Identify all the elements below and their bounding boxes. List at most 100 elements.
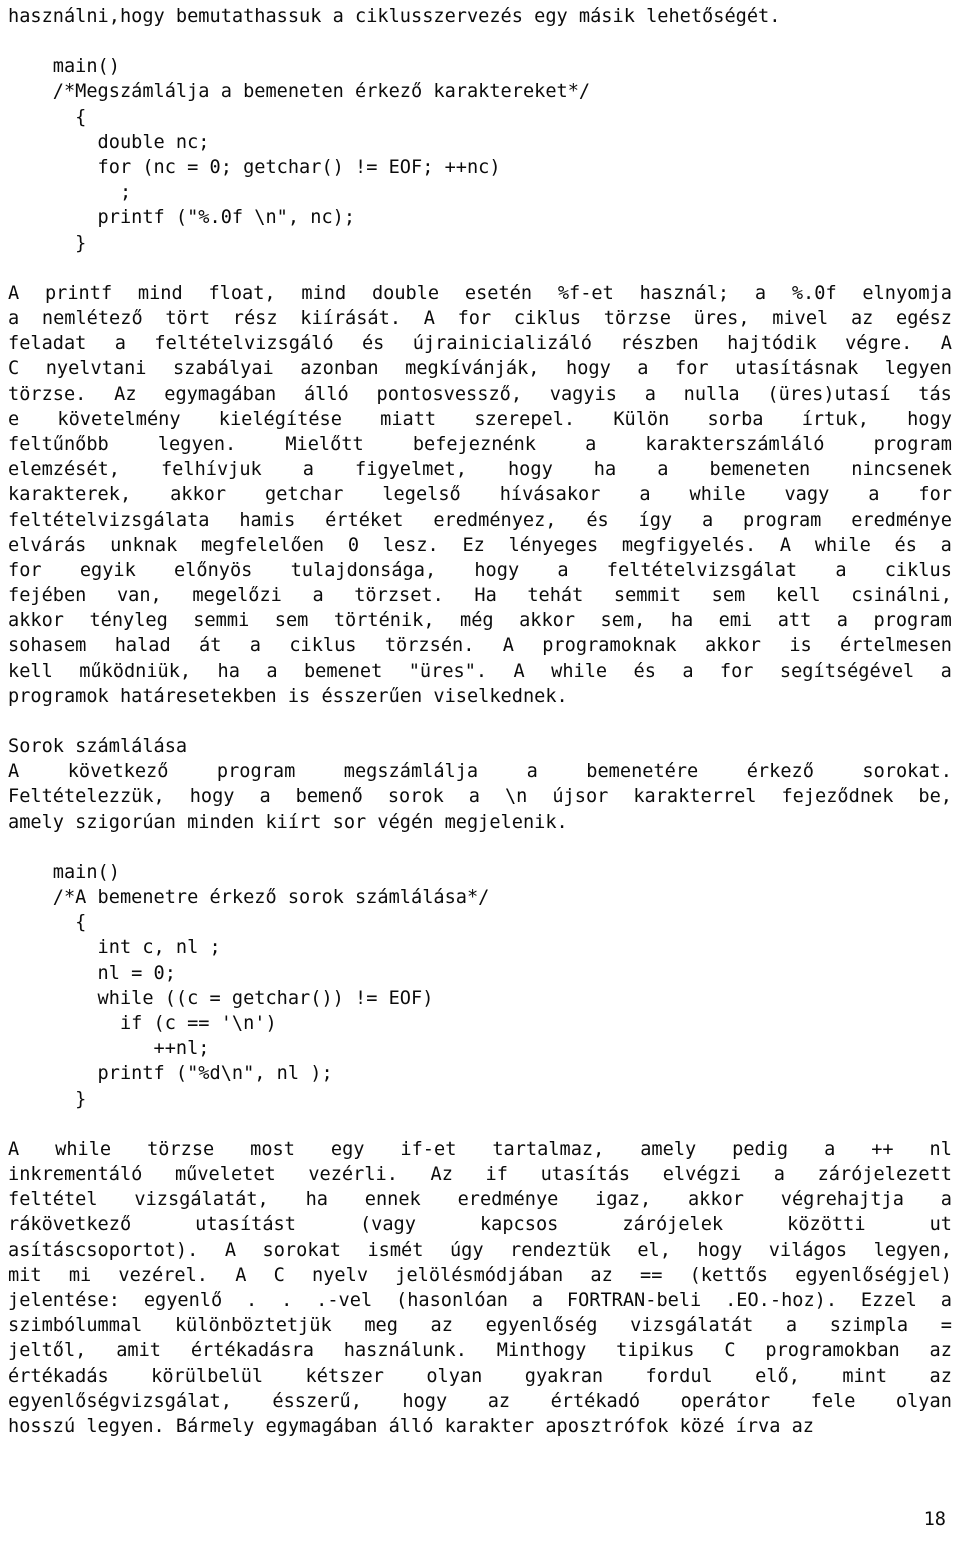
word: karakterek, [8, 484, 132, 506]
word: for [457, 308, 492, 330]
text-line: karakterek, akkor getchar legelső hívásakor a… [8, 482, 952, 507]
word: megszámlálja [343, 761, 479, 783]
word: hogy [189, 786, 235, 808]
document-page: használni,hogy bemutathassuk a ciklussze… [0, 0, 960, 1543]
word: ut [929, 1214, 952, 1236]
word: szerepel. [474, 408, 576, 430]
word: az [929, 1365, 952, 1387]
word: legyen, [873, 1239, 952, 1261]
word: sohasem [8, 635, 87, 657]
word: a [302, 459, 314, 481]
word: szimbólummal [8, 1315, 143, 1337]
word: program [216, 761, 296, 783]
word: = [940, 1315, 952, 1337]
text-line: feltételvizsgálata hamis értéket eredményez… [8, 508, 952, 533]
word: elő, [755, 1365, 800, 1387]
word: bemenet [303, 660, 383, 682]
word: újsor [552, 786, 609, 808]
word: vagy [784, 484, 830, 506]
word: szabályai [172, 358, 274, 380]
text-line: asításcsoportot). Asorokat ismét úgy rendezt… [8, 1238, 952, 1263]
word: A [224, 1239, 237, 1261]
word: A [8, 1138, 20, 1160]
word: hogy [907, 408, 952, 430]
word: sorokat [262, 1239, 341, 1261]
word: while [551, 660, 608, 682]
word: akkor [519, 610, 576, 632]
word: eredménye [851, 509, 952, 531]
word: karakterrel [633, 786, 757, 808]
word: részben [620, 333, 699, 355]
word: hogy [697, 1239, 743, 1261]
word: egész [896, 308, 952, 330]
word: olyan [895, 1390, 952, 1412]
word: a [940, 1189, 952, 1211]
word: kell [8, 660, 53, 682]
word: lényeges [508, 534, 599, 556]
word: Külön [613, 408, 670, 430]
word: ennek [364, 1189, 421, 1211]
word: ha [670, 610, 694, 632]
word: következő [67, 761, 169, 783]
word: és [894, 534, 917, 556]
word: tényleg [89, 610, 168, 632]
word: a [644, 383, 656, 405]
text-line: elemzését, felhívjuk a figyelmet, hogy ha a bem… [8, 457, 952, 482]
word: float, [208, 282, 276, 304]
word: egyik [79, 559, 136, 581]
word: műveletet [174, 1164, 276, 1185]
word: nyelv [312, 1264, 369, 1286]
word: még [460, 610, 494, 632]
word: sem [274, 610, 309, 632]
word: legelső [382, 484, 461, 506]
word: hogy [566, 358, 611, 380]
word: tulajdonsága, [290, 559, 437, 581]
word: egyenlőségvizsgálat, [8, 1390, 232, 1412]
word: vezérel. [118, 1264, 208, 1286]
word: van, [116, 585, 162, 607]
word: utasítás [540, 1164, 631, 1185]
word: att [777, 610, 812, 632]
word: A [502, 635, 514, 657]
word: ésszerű, [272, 1390, 362, 1412]
text-line: törzse. Az egymagában álló pontosvessző, vagy… [8, 382, 952, 407]
word: bemenetére [586, 761, 699, 783]
word: és [633, 660, 656, 682]
word: követelmény [57, 408, 181, 430]
word: is [789, 635, 812, 657]
word: jeltől, [8, 1340, 87, 1362]
word: vizsgálatát, [134, 1189, 269, 1211]
word: %f-et [557, 282, 614, 304]
word: kapcsos [479, 1214, 559, 1236]
word: fordul [645, 1365, 713, 1387]
word: Az [430, 1164, 453, 1185]
word: a [114, 333, 126, 355]
word: for [918, 484, 952, 506]
word: feltétel [8, 1189, 98, 1211]
word: e [8, 408, 20, 430]
word: törzset. [354, 585, 444, 607]
word: sem [711, 585, 746, 607]
word: hívásakor [499, 484, 601, 506]
word: a [8, 308, 20, 330]
word: körülbelül [151, 1365, 264, 1387]
word: unknak [110, 534, 178, 556]
word: lesz. [382, 534, 439, 556]
section-heading-line-counting: Sorok számlálása [8, 736, 188, 758]
word: amit [116, 1340, 161, 1362]
word: Ez [462, 534, 485, 556]
word: .-vel [316, 1289, 373, 1311]
word: a [940, 1289, 952, 1311]
word: Feltételezzük, [8, 786, 165, 808]
word: törzse [603, 308, 671, 330]
word: bemenő [295, 786, 363, 808]
text-line: hosszú legyen. Bármely egymagában álló k… [8, 1415, 814, 1437]
word: . [281, 1289, 293, 1311]
word: (hasonlóan [396, 1289, 508, 1311]
word: a [639, 484, 651, 506]
word: Minthogy [496, 1340, 587, 1362]
text-line: Feltételezzük, hogy a bemenő sorok a \n újsor ka… [8, 784, 952, 809]
